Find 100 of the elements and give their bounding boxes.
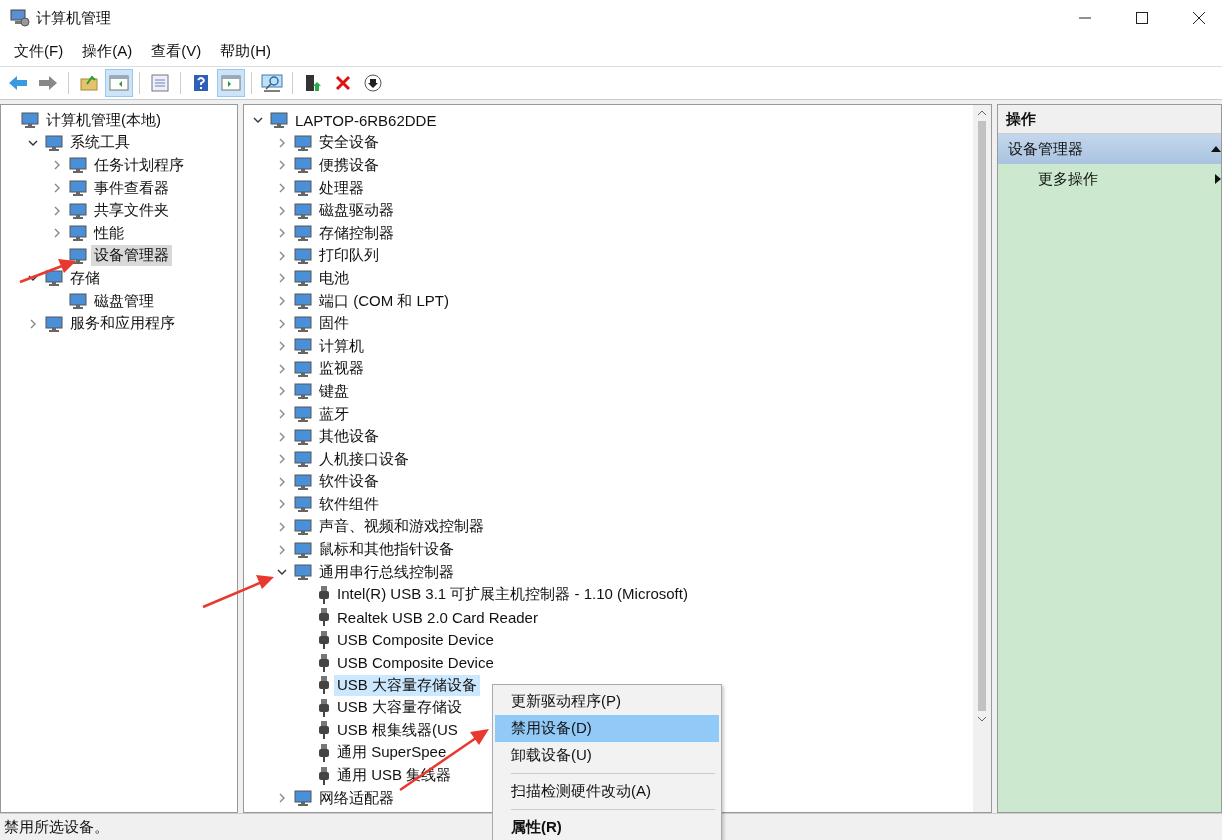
expand-chevron-icon[interactable] (277, 476, 287, 487)
monitor-icon (294, 180, 312, 197)
tree-item[interactable]: 端口 (COM 和 LPT) (316, 290, 452, 312)
tree-item[interactable]: Intel(R) USB 3.1 可扩展主机控制器 - 1.10 (Microsoft) (334, 584, 691, 606)
tree-item[interactable]: USB Composite Device (334, 630, 497, 650)
monitor-icon (294, 134, 312, 151)
menu-item[interactable]: 卸载设备(U) (495, 742, 719, 769)
tree-item[interactable]: 计算机管理(本地) (43, 109, 164, 131)
window-title: 计算机管理 (36, 8, 111, 28)
expand-chevron-icon[interactable] (277, 183, 287, 194)
status-text: 禁用所选设备。 (4, 817, 109, 837)
expand-chevron-icon[interactable] (277, 431, 287, 442)
plug-icon (318, 698, 330, 717)
expand-chevron-icon[interactable] (52, 160, 62, 171)
tree-item[interactable]: 计算机 (316, 335, 367, 357)
tree-item[interactable]: USB 根集线器(US (334, 719, 461, 741)
tree-item[interactable]: 系统工具 (67, 132, 133, 154)
tree-item[interactable]: Realtek USB 2.0 Card Reader (334, 607, 541, 627)
menu-item[interactable]: 操作(A) (82, 41, 133, 61)
expand-chevron-icon[interactable] (277, 296, 287, 307)
expand-chevron-icon[interactable] (277, 454, 287, 465)
tree-item[interactable]: 安全设备 (316, 132, 382, 154)
expand-chevron-icon[interactable] (277, 499, 287, 510)
tree-item[interactable]: 打印队列 (316, 245, 382, 267)
tree-item[interactable]: 事件查看器 (91, 177, 172, 199)
monitor-icon (294, 225, 312, 242)
plug-icon (318, 766, 330, 785)
tree-item[interactable]: 声音、视频和游戏控制器 (316, 516, 487, 538)
expand-chevron-icon[interactable] (277, 228, 287, 239)
tree-item[interactable]: 软件设备 (316, 471, 382, 493)
scroll-down-icon[interactable] (977, 715, 987, 723)
expand-chevron-icon[interactable] (277, 273, 287, 284)
expand-chevron-icon[interactable] (277, 160, 287, 171)
tree-item[interactable]: 处理器 (316, 177, 367, 199)
tree-item[interactable]: 蓝牙 (316, 403, 352, 425)
menu-item[interactable]: 帮助(H) (220, 41, 271, 61)
monitor-icon (69, 293, 87, 310)
tree-item[interactable]: 电池 (316, 267, 352, 289)
tree-item[interactable]: 鼠标和其他指针设备 (316, 539, 457, 561)
expand-chevron-icon[interactable] (277, 318, 287, 329)
tree-item[interactable]: 磁盘管理 (91, 290, 157, 312)
expand-chevron-icon[interactable] (277, 250, 287, 261)
menu-item[interactable]: 更新驱动程序(P) (495, 688, 719, 715)
section-header[interactable]: 设备管理器 (998, 134, 1221, 164)
tree-item[interactable]: USB 大容量存储设备 (334, 674, 480, 696)
help-icon (193, 74, 209, 92)
monitor-icon (69, 247, 87, 264)
expand-chevron-icon[interactable] (277, 544, 287, 555)
tree-item[interactable]: 存储 (67, 267, 103, 289)
tree-item[interactable]: 任务计划程序 (91, 155, 187, 176)
collapse-triangle-icon[interactable] (1211, 145, 1221, 153)
tree-item[interactable]: USB Composite Device (334, 653, 497, 673)
menu-item[interactable]: 查看(V) (151, 41, 202, 61)
tree-item[interactable]: 通用串行总线控制器 (316, 561, 457, 583)
tree-item[interactable]: 人机接口设备 (316, 448, 412, 470)
tree-item[interactable]: LAPTOP-6RB62DDE (292, 110, 440, 130)
expand-chevron-icon[interactable] (28, 318, 38, 329)
monitor-icon (45, 134, 63, 151)
expand-chevron-icon[interactable] (52, 228, 62, 239)
menu-item[interactable]: 禁用设备(D) (495, 715, 719, 742)
menu-item[interactable]: 属性(R) (495, 814, 719, 840)
tree-item[interactable]: 其他设备 (316, 426, 382, 448)
monitor-icon (294, 790, 312, 807)
tree-item[interactable]: 存储控制器 (316, 222, 397, 244)
expand-chevron-icon[interactable] (277, 522, 287, 532)
action-link[interactable]: 更多操作 (1038, 169, 1098, 189)
monitor-icon (294, 157, 312, 174)
expand-chevron-icon[interactable] (277, 793, 287, 804)
expand-chevron-icon[interactable] (277, 363, 287, 374)
expand-chevron-icon[interactable] (52, 183, 62, 194)
monitor-icon (294, 428, 312, 445)
monitor-icon (69, 225, 87, 242)
maximize-icon[interactable] (1135, 11, 1149, 25)
close-icon[interactable] (1192, 11, 1206, 25)
annotation-arrow (202, 575, 274, 609)
expand-chevron-icon[interactable] (277, 341, 287, 352)
tree-item[interactable]: 服务和应用程序 (67, 313, 178, 335)
menu-item[interactable]: 文件(F) (14, 41, 64, 61)
tree-item[interactable]: 便携设备 (316, 155, 382, 176)
monitor-icon (69, 180, 87, 197)
expand-chevron-icon[interactable] (277, 205, 287, 216)
expand-chevron-icon[interactable] (277, 137, 287, 148)
expand-chevron-icon[interactable] (52, 205, 62, 216)
scrollbar[interactable] (973, 105, 991, 812)
tree-item[interactable]: 性能 (91, 222, 127, 244)
menu-item[interactable]: 扫描检测硬件改动(A) (495, 778, 719, 805)
tree-item[interactable]: 网络适配器 (316, 787, 397, 809)
scroll-up-icon[interactable] (977, 109, 987, 117)
tree-item[interactable]: 共享文件夹 (91, 200, 172, 222)
tree-item[interactable]: USB 大容量存储设 (334, 697, 465, 719)
tree-item[interactable]: 固件 (316, 313, 352, 335)
tree-item[interactable]: 设备管理器 (91, 245, 172, 267)
monitor-icon (45, 315, 63, 332)
expand-chevron-icon[interactable] (277, 386, 287, 397)
tree-item[interactable]: 软件组件 (316, 493, 382, 515)
tree-item[interactable]: 磁盘驱动器 (316, 200, 397, 222)
tree-item[interactable]: 键盘 (316, 380, 352, 402)
tree-item[interactable]: 通用 SuperSpee (334, 742, 450, 764)
tree-item[interactable]: 监视器 (316, 358, 367, 380)
expand-chevron-icon[interactable] (277, 409, 287, 419)
